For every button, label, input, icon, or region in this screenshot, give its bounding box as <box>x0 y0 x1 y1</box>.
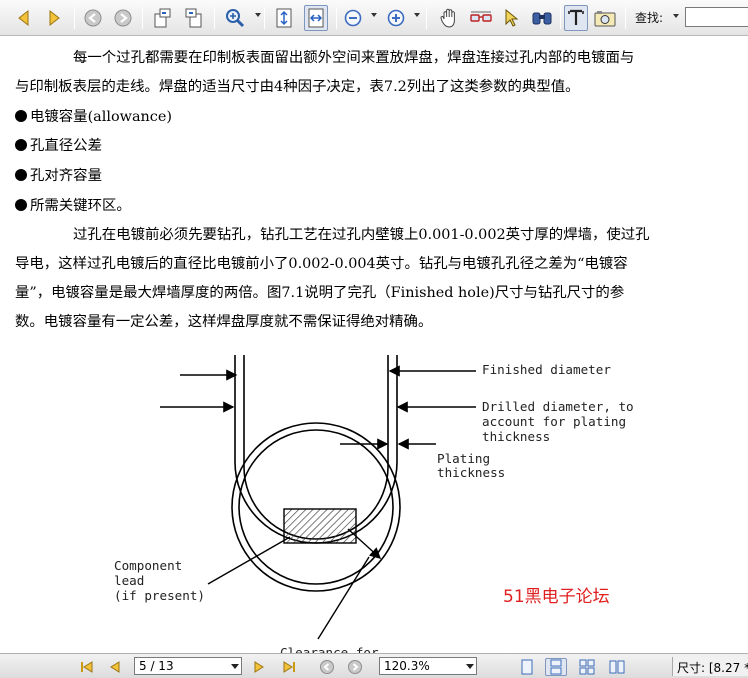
page-number-value: 5 / 13 <box>139 659 174 673</box>
snapshot-camera-button[interactable] <box>592 5 618 31</box>
circle-arrow-left-icon <box>320 660 334 674</box>
fit-width-icon <box>308 8 324 28</box>
camera-icon <box>594 11 616 27</box>
find-input[interactable] <box>685 7 748 27</box>
toolbar-separator <box>625 7 626 29</box>
rotate-left-button[interactable] <box>150 5 174 31</box>
plating-label-line-2: thickness <box>437 465 505 480</box>
drilled-label-line-3: thickness <box>482 429 550 444</box>
zoom-tool-dropdown-arrow[interactable] <box>255 13 261 17</box>
snapshot-glasses-button[interactable] <box>468 5 494 31</box>
history-forward-button[interactable] <box>346 658 364 676</box>
plus-circle-icon <box>387 9 405 27</box>
find-binoculars-button[interactable] <box>528 5 556 31</box>
zoom-level-combobox[interactable]: 120.3% <box>379 657 477 675</box>
triangle-right-icon <box>49 9 60 27</box>
chevron-down-icon[interactable] <box>231 664 239 669</box>
find-label: 查找: <box>635 11 664 25</box>
facing-continuous-view-button[interactable] <box>577 658 597 676</box>
toolbar-separator <box>264 7 265 29</box>
previous-page-nav-button[interactable] <box>106 658 124 676</box>
hand-tool-button[interactable] <box>436 5 462 31</box>
clearance-label-partial: Clearance for <box>280 645 379 653</box>
pad-ring <box>231 422 401 592</box>
last-page-nav-button[interactable] <box>280 658 298 676</box>
next-page-button[interactable] <box>44 5 66 31</box>
fit-width-button[interactable] <box>304 5 328 31</box>
select-arrow-button[interactable] <box>500 5 522 31</box>
component-lead-rect <box>283 508 357 544</box>
last-page-icon <box>283 661 295 673</box>
toolbar-separator <box>142 7 143 29</box>
zoom-in-button[interactable] <box>385 5 407 31</box>
watermark-text: 51黑电子论坛 <box>503 587 610 607</box>
first-page-button[interactable] <box>12 5 34 31</box>
cursor-arrow-icon <box>505 8 519 27</box>
circle-arrow-right-icon <box>348 660 362 674</box>
triangle-left-icon <box>110 661 120 673</box>
two-pages-icon <box>609 660 625 674</box>
hand-icon <box>440 8 455 28</box>
next-page-nav-button[interactable] <box>250 658 268 676</box>
zoom-out-dropdown-arrow[interactable] <box>371 13 377 17</box>
component-label-line-3: (if present) <box>114 588 205 603</box>
zoom-out-button[interactable] <box>342 5 364 31</box>
forward-button[interactable] <box>112 5 134 31</box>
component-label-line-2: lead <box>114 573 144 588</box>
first-page-icon <box>81 661 93 673</box>
find-options-dropdown-arrow[interactable] <box>673 14 679 18</box>
drilled-label-line-2: account for plating <box>482 414 626 429</box>
fit-page-icon <box>276 8 292 28</box>
triangle-right-icon <box>254 661 264 673</box>
page-number-combobox[interactable]: 5 / 13 <box>134 657 242 675</box>
toolbar-separator <box>74 7 75 29</box>
page-size-label: 尺寸: [8.27 * <box>672 657 748 676</box>
circle-arrow-left-icon <box>84 9 102 27</box>
continuous-view-button[interactable] <box>545 658 567 676</box>
rotate-page-left-icon <box>154 8 171 28</box>
via-pad-diagram: Finished diameter Drilled diameter, to a… <box>114 355 634 653</box>
single-page-view-button[interactable] <box>517 658 537 676</box>
rotate-right-button[interactable] <box>182 5 206 31</box>
first-page-nav-button[interactable] <box>78 658 96 676</box>
fit-page-button[interactable] <box>272 5 296 31</box>
text-cursor-icon <box>568 9 584 25</box>
component-label-line-1: Component <box>114 558 182 573</box>
back-button[interactable] <box>82 5 104 31</box>
toolbar-separator <box>426 7 427 29</box>
toolbar-separator <box>336 7 337 29</box>
single-page-icon <box>521 659 533 675</box>
glasses-icon <box>470 11 492 22</box>
grid-pages-icon <box>579 659 595 675</box>
chevron-down-icon[interactable] <box>466 664 474 669</box>
finished-diameter-label: Finished diameter <box>482 362 611 377</box>
pad-inner-ring <box>238 429 394 585</box>
main-toolbar: 查找: <box>0 0 748 36</box>
text-select-button[interactable] <box>564 5 588 31</box>
continuous-pages-icon <box>550 659 562 675</box>
document-view[interactable]: 每一个过孔都需要在印制板表面留出额外空间来置放焊盘，焊盘连接过孔内部的电镀面与 … <box>0 37 748 653</box>
rotate-page-right-icon <box>185 8 202 28</box>
toolbar-separator <box>560 7 561 29</box>
zoom-tool-button[interactable] <box>222 5 248 31</box>
plating-label-line-1: Plating <box>437 451 490 466</box>
toolbar-separator <box>214 7 215 29</box>
clearance-leader-line <box>317 556 370 640</box>
facing-view-button[interactable] <box>607 658 627 676</box>
magnifier-plus-icon <box>226 9 245 28</box>
drilled-label-line-1: Drilled diameter, to <box>482 399 634 414</box>
history-back-button[interactable] <box>318 658 336 676</box>
zoom-level-value: 120.3% <box>384 659 430 673</box>
binoculars-icon <box>532 12 552 25</box>
minus-circle-icon <box>344 9 362 27</box>
triangle-left-icon <box>18 9 29 27</box>
zoom-in-dropdown-arrow[interactable] <box>414 13 420 17</box>
circle-arrow-right-icon <box>114 9 132 27</box>
status-bar: 5 / 13 120.3% 尺寸: [8.27 * <box>0 653 748 678</box>
